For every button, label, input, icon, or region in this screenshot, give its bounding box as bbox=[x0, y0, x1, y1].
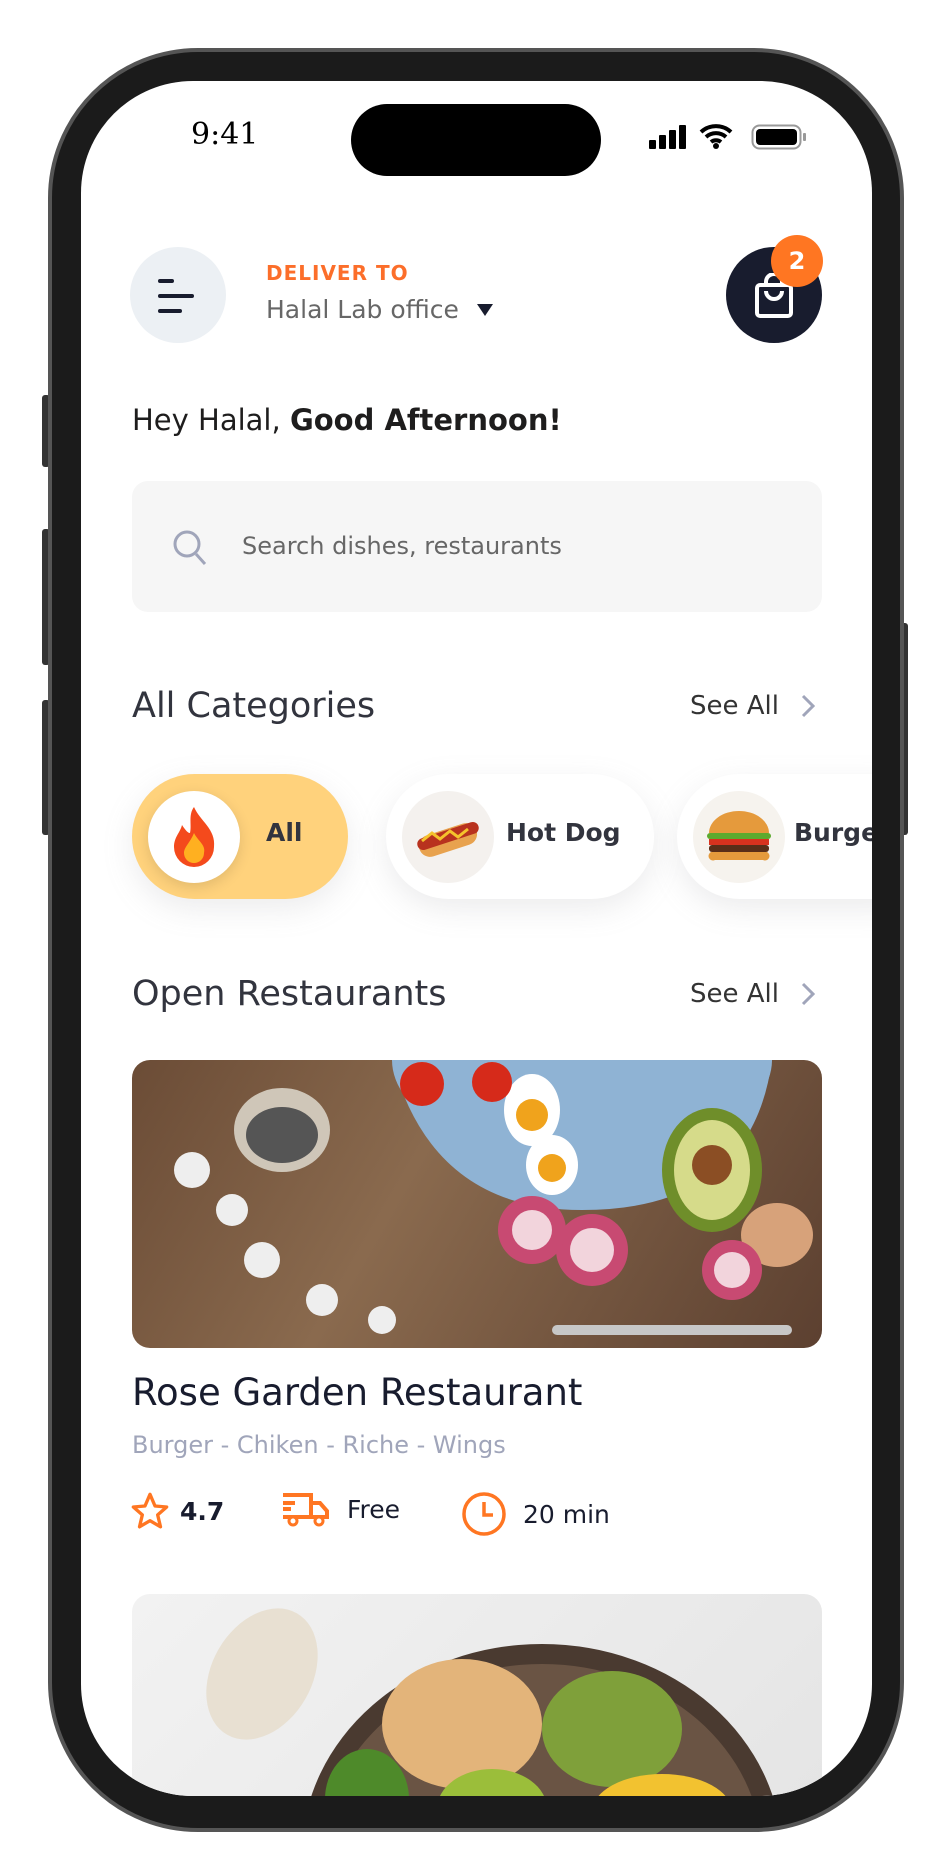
rating: 4.7 bbox=[130, 1491, 224, 1531]
see-all-label: See All bbox=[690, 979, 779, 1009]
caret-down-icon bbox=[476, 303, 493, 316]
time-value: 20 min bbox=[523, 1499, 610, 1529]
category-chip-all[interactable]: All bbox=[132, 774, 348, 899]
star-icon bbox=[131, 1492, 169, 1529]
food-photo bbox=[206, 1608, 773, 1796]
clock-icon bbox=[462, 1492, 506, 1536]
restaurant-image-2[interactable] bbox=[132, 1594, 822, 1796]
screen: 9:41 DELIVER TO Halal Lab office 2 Hey H… bbox=[81, 81, 872, 1796]
search-icon bbox=[173, 530, 207, 566]
menu-button[interactable] bbox=[130, 247, 226, 343]
menu-icon bbox=[158, 279, 194, 313]
chevron-right-icon bbox=[801, 694, 815, 718]
restaurant-name[interactable]: Rose Garden Restaurant bbox=[132, 1371, 582, 1414]
greeting-emphasis: Good Afternoon! bbox=[289, 403, 562, 437]
dynamic-island bbox=[351, 104, 601, 176]
location-selector[interactable]: Halal Lab office bbox=[266, 295, 493, 324]
category-label: Burger bbox=[794, 818, 872, 847]
wifi-icon bbox=[699, 123, 733, 153]
greeting-prefix: Hey Halal, bbox=[132, 403, 290, 437]
see-all-label: See All bbox=[690, 691, 779, 721]
category-chip-hot-dog[interactable]: Hot Dog bbox=[386, 774, 654, 899]
search-input[interactable]: Search dishes, restaurants bbox=[132, 481, 822, 612]
delivery-fee: Free bbox=[281, 1491, 400, 1527]
signal-icon bbox=[649, 125, 689, 153]
restaurants-see-all[interactable]: See All bbox=[690, 979, 815, 1009]
restaurant-image[interactable] bbox=[132, 1060, 822, 1348]
delivery-value: Free bbox=[347, 1494, 401, 1524]
burger-icon bbox=[693, 791, 785, 883]
location-text: Halal Lab office bbox=[266, 295, 459, 324]
category-chip-burger[interactable]: Burger bbox=[677, 774, 872, 899]
categories-see-all[interactable]: See All bbox=[690, 691, 815, 721]
search-placeholder: Search dishes, restaurants bbox=[242, 532, 562, 560]
battery-icon bbox=[751, 124, 807, 154]
deliver-to-label: DELIVER TO bbox=[266, 261, 409, 285]
rating-value: 4.7 bbox=[180, 1496, 225, 1526]
category-label: All bbox=[266, 818, 303, 847]
greeting: Hey Halal, Good Afternoon! bbox=[132, 403, 562, 437]
restaurant-tags: Burger - Chiken - Riche - Wings bbox=[132, 1431, 506, 1459]
cart-count-badge: 2 bbox=[771, 235, 823, 287]
restaurants-title: Open Restaurants bbox=[132, 974, 447, 1014]
fire-icon bbox=[148, 791, 240, 883]
category-label: Hot Dog bbox=[506, 818, 621, 847]
hot-dog-icon bbox=[402, 791, 494, 883]
status-time: 9:41 bbox=[191, 117, 259, 152]
chevron-right-icon bbox=[801, 982, 815, 1006]
delivery-time: 20 min bbox=[461, 1491, 610, 1537]
food-photo bbox=[174, 1060, 813, 1335]
categories-title: All Categories bbox=[132, 686, 376, 726]
delivery-truck-icon bbox=[283, 1493, 329, 1527]
